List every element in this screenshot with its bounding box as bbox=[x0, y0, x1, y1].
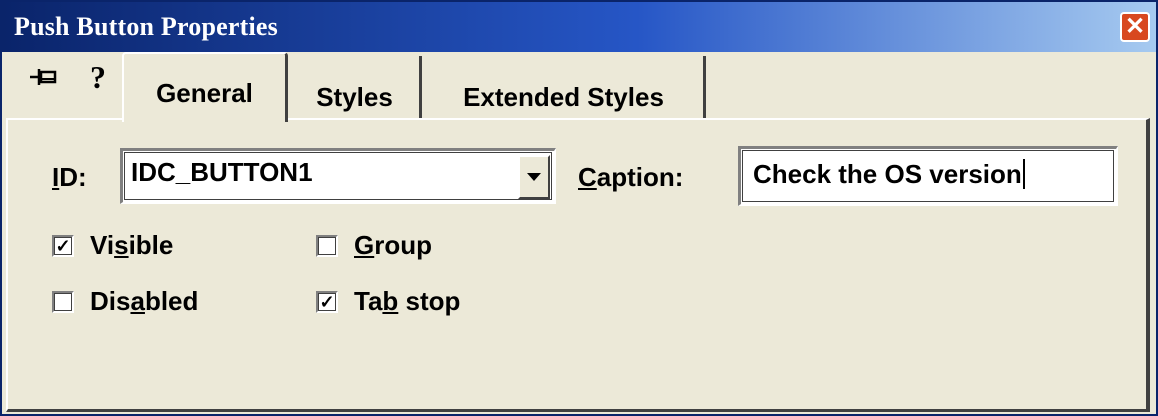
pushpin-icon[interactable] bbox=[26, 60, 62, 94]
tab-extended-styles[interactable]: Extended Styles bbox=[424, 56, 706, 120]
disabled-label-pre: Dis bbox=[90, 286, 131, 316]
window-title: Push Button Properties bbox=[14, 12, 278, 41]
id-combobox[interactable]: IDC_BUTTON1 bbox=[120, 148, 556, 204]
close-button[interactable]: ✕ bbox=[1120, 12, 1150, 42]
tab-stop-checkbox-label: Tab stop bbox=[354, 286, 460, 317]
tabstop-label-post: stop bbox=[398, 286, 461, 316]
disabled-checkbox[interactable] bbox=[52, 290, 74, 313]
id-label: ID: bbox=[52, 162, 87, 193]
disabled-checkbox-row[interactable]: Disabled bbox=[52, 286, 198, 317]
close-icon: ✕ bbox=[1124, 13, 1146, 40]
group-checkbox[interactable] bbox=[316, 234, 338, 257]
tab-stop-checkbox[interactable]: ✓ bbox=[316, 290, 338, 313]
disabled-label-post: bled bbox=[144, 286, 199, 316]
tab-general-label: General bbox=[156, 77, 253, 108]
caption-label: Caption: bbox=[578, 162, 683, 193]
group-checkbox-row[interactable]: Group bbox=[316, 230, 432, 261]
tab-styles[interactable]: Styles bbox=[290, 56, 422, 120]
tab-general[interactable]: General bbox=[122, 52, 288, 122]
group-checkbox-label: Group bbox=[354, 230, 432, 261]
disabled-checkbox-label: Disabled bbox=[90, 286, 198, 317]
caption-input-value: Check the OS version bbox=[753, 159, 1025, 190]
text-caret bbox=[1022, 159, 1025, 189]
help-glyph: ? bbox=[90, 58, 106, 95]
id-combobox-value: IDC_BUTTON1 bbox=[131, 157, 313, 187]
title-bar[interactable]: Push Button Properties ✕ bbox=[2, 2, 1156, 52]
visible-label-post: ible bbox=[128, 230, 174, 260]
chevron-down-icon bbox=[527, 173, 541, 181]
tabstop-label-accel: b bbox=[382, 286, 399, 316]
caption-input[interactable]: Check the OS version bbox=[738, 146, 1118, 206]
checkmark-icon: ✓ bbox=[55, 235, 71, 256]
visible-checkbox-row[interactable]: ✓ Visible bbox=[52, 230, 173, 261]
tabstop-label-pre: Ta bbox=[354, 286, 383, 316]
visible-label-pre: Vi bbox=[90, 230, 115, 260]
caption-label-rest: aption: bbox=[596, 162, 684, 192]
tab-extended-styles-label: Extended Styles bbox=[463, 81, 664, 112]
pushpin-glyph bbox=[30, 69, 57, 85]
caption-text: Check the OS version bbox=[753, 159, 1022, 189]
tab-stop-checkbox-row[interactable]: ✓ Tab stop bbox=[316, 286, 460, 317]
caption-label-accel: C bbox=[578, 162, 597, 192]
help-icon[interactable]: ? bbox=[80, 58, 116, 95]
group-label-post: roup bbox=[374, 230, 432, 260]
disabled-label-accel: a bbox=[130, 286, 145, 316]
group-label-accel: G bbox=[354, 230, 375, 260]
visible-checkbox-label: Visible bbox=[90, 230, 173, 261]
id-label-rest: D: bbox=[59, 162, 87, 192]
id-dropdown-button[interactable] bbox=[518, 155, 550, 199]
visible-checkbox[interactable]: ✓ bbox=[52, 234, 74, 257]
tab-styles-label: Styles bbox=[316, 81, 393, 112]
checkmark-icon: ✓ bbox=[319, 291, 335, 312]
visible-label-accel: s bbox=[114, 230, 129, 260]
